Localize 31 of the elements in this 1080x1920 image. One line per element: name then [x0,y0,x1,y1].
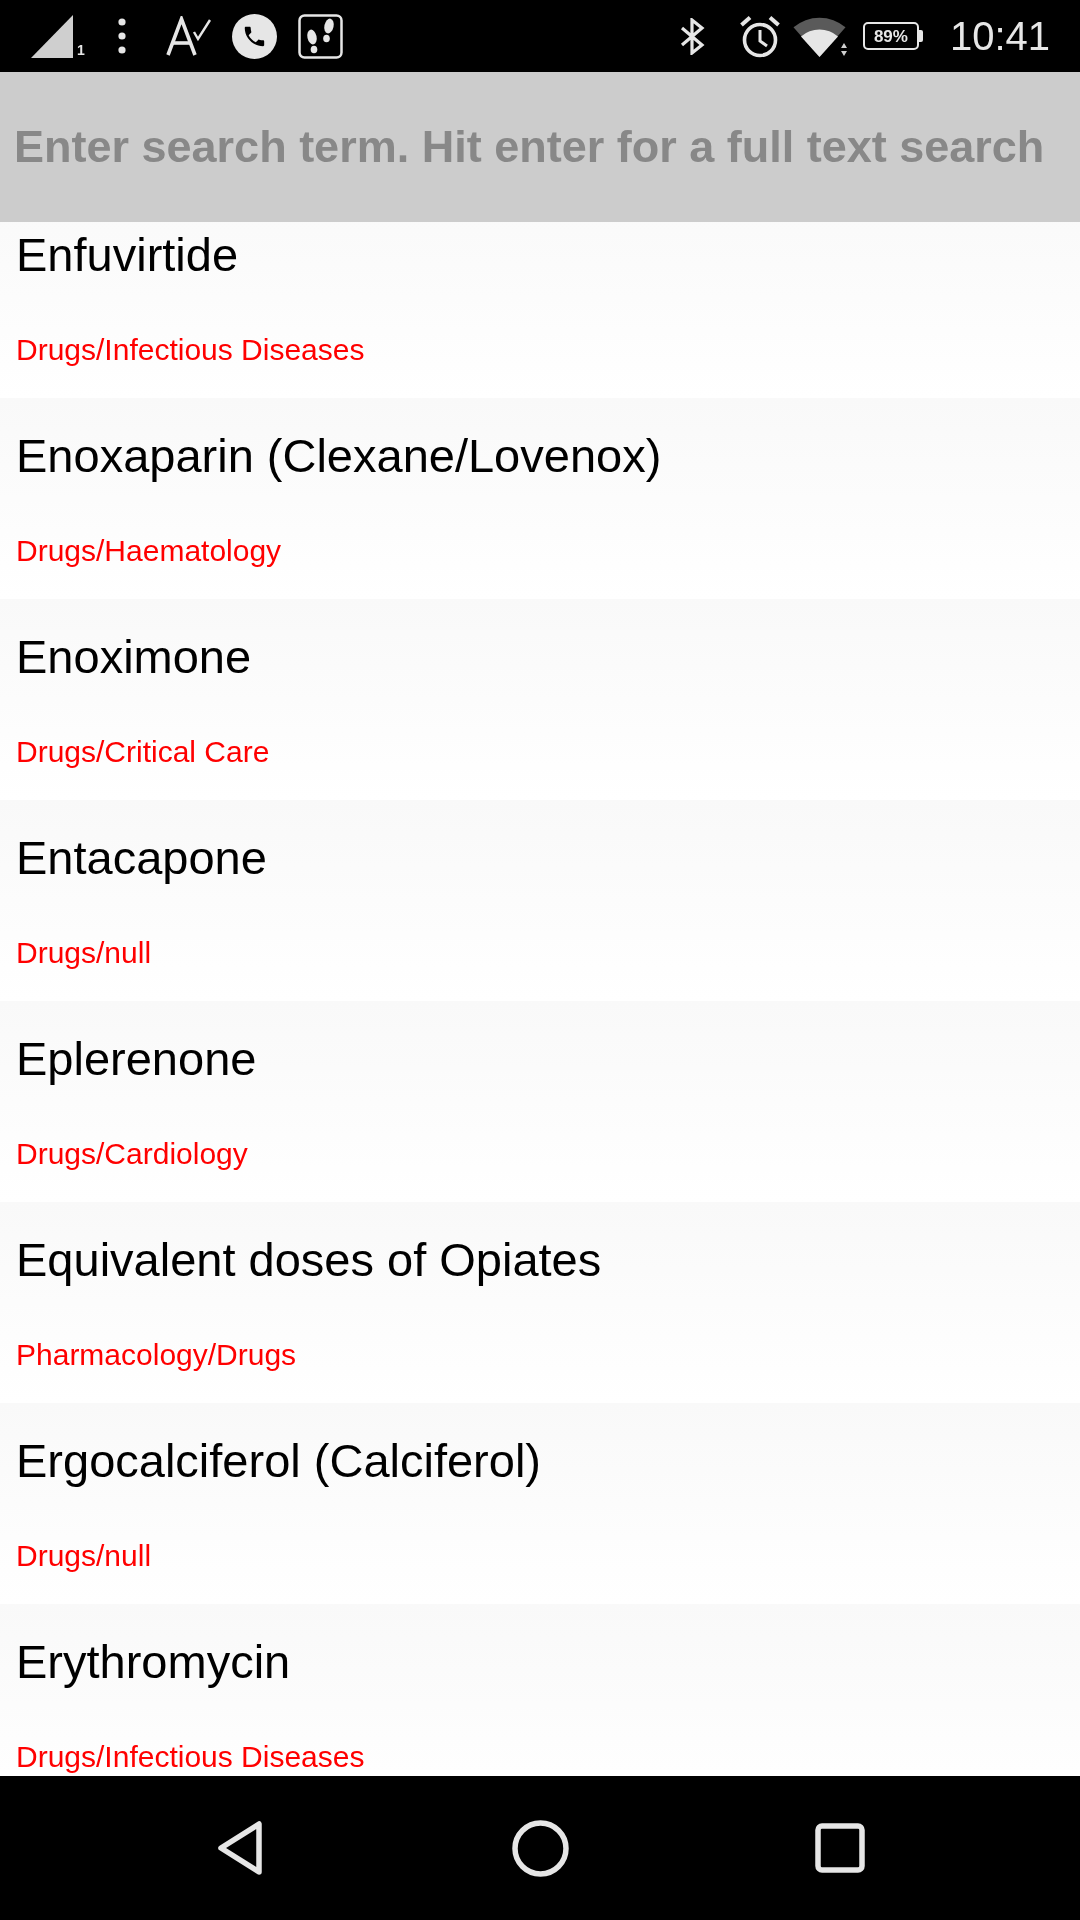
status-time: 10:41 [949,14,1050,58]
drug-category: Pharmacology/Drugs [16,1338,297,1372]
home-icon[interactable] [511,1819,569,1877]
drug-category: Drugs/Critical Care [16,735,270,769]
text-check-icon [165,16,212,56]
recents-icon[interactable] [815,1823,865,1873]
back-icon[interactable] [216,1820,264,1876]
drug-name: Entacapone [16,832,267,884]
drug-category: Drugs/Cardiology [16,1137,248,1171]
drug-category: Drugs/null [16,1539,152,1573]
drug-category: Drugs/Haematology [16,534,282,568]
drug-name: Equivalent doses of Opiates [16,1234,602,1286]
search-field[interactable]: Enter search term. Hit enter for a full text search [0,72,1080,222]
phone-icon [231,13,277,59]
drug-name: Enoxaparin (Clexane/Lovenox) [16,430,662,482]
drug-name: Enoximone [16,631,252,683]
signal-icon [31,14,73,58]
more-dots-icon [117,18,126,54]
sim-slot-number: 1 [77,43,85,57]
drug-name: Ergocalciferol (Calciferol) [16,1435,541,1487]
bluetooth-icon [678,17,706,55]
drug-name: Erythromycin [16,1636,291,1688]
alarm-clock-icon [738,14,781,58]
footsteps-icon [297,13,343,59]
drug-name: Enfuvirtide [16,229,239,281]
drug-list-item[interactable]: Erythromycin Drugs/Infectious Diseases [0,1604,1080,1776]
battery-indicator: 89% [862,22,923,50]
drug-category: Drugs/null [16,936,152,970]
drug-category: Drugs/Infectious Diseases [16,333,365,367]
drug-category: Drugs/Infectious Diseases [16,1740,365,1774]
drug-name: Eplerenone [16,1033,257,1085]
